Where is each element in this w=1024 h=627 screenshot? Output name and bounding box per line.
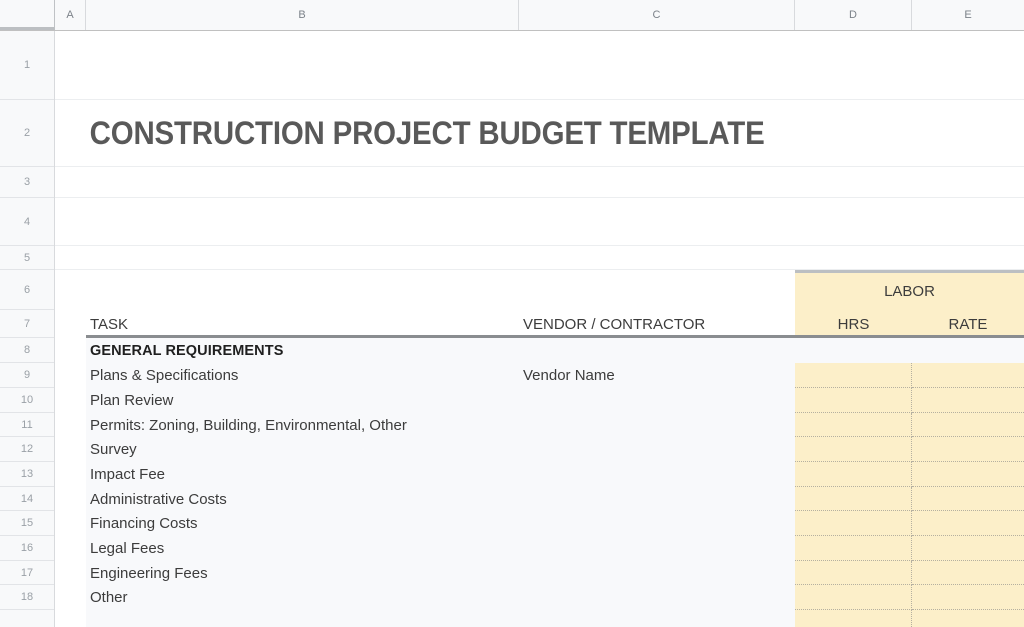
row-header-4[interactable]: 4 — [0, 198, 54, 246]
row-header-11[interactable]: 11 — [0, 413, 54, 437]
vendor-value[interactable] — [519, 536, 795, 561]
labor-hrs-cell-partial[interactable] — [795, 610, 912, 627]
column-header-d[interactable]: D — [795, 0, 912, 30]
labor-hrs-cell[interactable] — [795, 462, 912, 487]
section-header-vendor-cell[interactable] — [519, 338, 795, 363]
vendor-value[interactable] — [519, 388, 795, 413]
vendor-value[interactable] — [519, 585, 795, 610]
labor-hrs-cell[interactable] — [795, 536, 912, 561]
row-header-18[interactable]: 18 — [0, 585, 54, 610]
row-header-column: 1 2 3 4 5 6 7 8 9 10 11 12 13 14 15 16 1… — [0, 31, 55, 627]
row-header-13[interactable]: 13 — [0, 462, 54, 487]
section-header-hrs-cell[interactable] — [795, 338, 912, 363]
labor-rate-cell-partial[interactable] — [912, 610, 1024, 627]
task-label[interactable]: Financing Costs — [86, 511, 519, 536]
vendor-value-partial[interactable] — [519, 610, 795, 627]
labor-hrs-cell[interactable] — [795, 487, 912, 511]
grid-rowline — [55, 245, 1024, 246]
row-header-17[interactable]: 17 — [0, 561, 54, 585]
select-all-corner[interactable] — [0, 0, 55, 30]
labor-rate-cell[interactable] — [912, 561, 1024, 585]
vendor-value[interactable] — [519, 413, 795, 437]
labor-hrs-cell[interactable] — [795, 363, 912, 388]
labor-rate-cell[interactable] — [912, 363, 1024, 388]
spreadsheet-grid: A B C D E 1 2 3 4 5 6 7 8 9 10 11 12 13 … — [0, 0, 1024, 627]
task-label-partial[interactable] — [86, 610, 519, 627]
row-header-6[interactable]: 6 — [0, 270, 54, 310]
vendor-value[interactable] — [519, 437, 795, 462]
grid-rowline — [55, 197, 1024, 198]
task-label[interactable]: Plans & Specifications — [86, 363, 519, 388]
row-header-12[interactable]: 12 — [0, 437, 54, 462]
task-label[interactable]: Administrative Costs — [86, 487, 519, 511]
labor-rate-cell[interactable] — [912, 511, 1024, 536]
vendor-value[interactable] — [519, 511, 795, 536]
labor-rate-cell[interactable] — [912, 462, 1024, 487]
task-label[interactable]: Plan Review — [86, 388, 519, 413]
row-header-16[interactable]: 16 — [0, 536, 54, 561]
column-header-vendor-contractor[interactable]: VENDOR / CONTRACTOR — [519, 310, 795, 338]
labor-rate-cell[interactable] — [912, 536, 1024, 561]
row-header-7[interactable]: 7 — [0, 310, 54, 338]
row-header-9[interactable]: 9 — [0, 363, 54, 388]
sheet-title: CONSTRUCTION PROJECT BUDGET TEMPLATE — [89, 115, 765, 151]
column-header-rate[interactable]: RATE — [912, 310, 1024, 338]
row-header-15[interactable]: 15 — [0, 511, 54, 536]
labor-rate-cell[interactable] — [912, 487, 1024, 511]
labor-rate-cell[interactable] — [912, 413, 1024, 437]
vendor-value[interactable] — [519, 487, 795, 511]
vendor-value[interactable] — [519, 561, 795, 585]
task-label[interactable]: Legal Fees — [86, 536, 519, 561]
section-header-rate-cell[interactable] — [912, 338, 1024, 363]
row-header-2[interactable]: 2 — [0, 100, 54, 167]
labor-rate-cell[interactable] — [912, 388, 1024, 413]
column-header-hrs[interactable]: HRS — [795, 310, 912, 338]
section-header-general-requirements[interactable]: GENERAL REQUIREMENTS — [86, 338, 519, 363]
row-header-5[interactable]: 5 — [0, 246, 54, 270]
row-header-1[interactable]: 1 — [0, 31, 54, 100]
group-header-labor[interactable]: LABOR — [795, 270, 1024, 310]
row-header-3[interactable]: 3 — [0, 167, 54, 198]
column-header-task[interactable]: TASK — [86, 310, 519, 338]
task-label[interactable]: Other — [86, 585, 519, 610]
column-header-e[interactable]: E — [912, 0, 1024, 30]
column-header-c[interactable]: C — [519, 0, 795, 30]
column-header-row: A B C D E — [0, 0, 1024, 31]
task-label[interactable]: Survey — [86, 437, 519, 462]
labor-rate-cell[interactable] — [912, 585, 1024, 610]
labor-hrs-cell[interactable] — [795, 388, 912, 413]
vendor-value[interactable] — [519, 462, 795, 487]
task-label[interactable]: Engineering Fees — [86, 561, 519, 585]
task-label[interactable]: Permits: Zoning, Building, Environmental… — [86, 413, 519, 437]
task-label[interactable]: Impact Fee — [86, 462, 519, 487]
labor-hrs-cell[interactable] — [795, 437, 912, 462]
column-header-a[interactable]: A — [55, 0, 86, 30]
vendor-value[interactable]: Vendor Name — [519, 363, 795, 388]
row-header-10[interactable]: 10 — [0, 388, 54, 413]
labor-hrs-cell[interactable] — [795, 413, 912, 437]
column-header-b[interactable]: B — [86, 0, 519, 30]
labor-hrs-cell[interactable] — [795, 561, 912, 585]
row-header-14[interactable]: 14 — [0, 487, 54, 511]
labor-hrs-cell[interactable] — [795, 585, 912, 610]
labor-hrs-cell[interactable] — [795, 511, 912, 536]
grid-body: CONSTRUCTION PROJECT BUDGET TEMPLATE LAB… — [55, 31, 1024, 627]
labor-rate-cell[interactable] — [912, 437, 1024, 462]
row-header-8[interactable]: 8 — [0, 338, 54, 363]
